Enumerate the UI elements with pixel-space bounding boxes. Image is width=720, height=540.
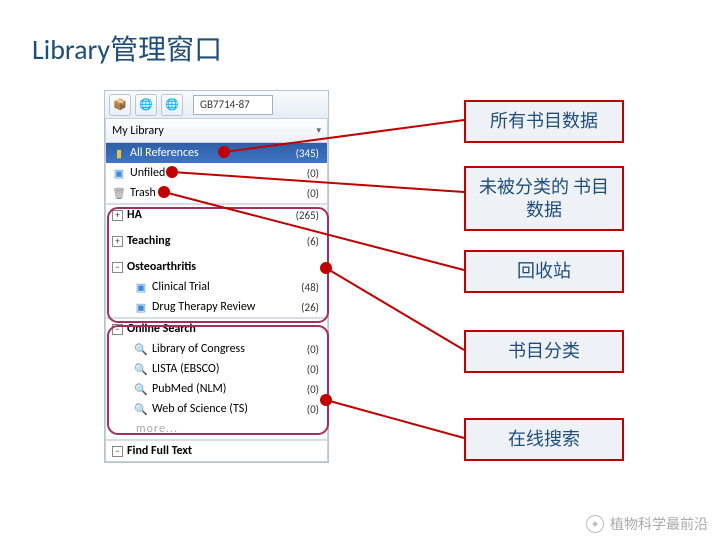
callout-labels: 所有书目数据 未被分类的 书目数据 回收站 书目分类 在线搜索 [104,90,624,510]
watermark-text: 植物科学最前沿 [610,514,708,534]
label-trash: 回收站 [464,250,624,293]
watermark: ✦ 植物科学最前沿 [586,514,708,534]
content-area: 📦 🌐 🌐 GB7714-87 My Library ▾ ▮All Refere… [104,90,624,510]
label-online: 在线搜索 [464,418,624,461]
label-unfiled: 未被分类的 书目数据 [464,166,624,231]
label-category: 书目分类 [464,330,624,373]
wechat-icon: ✦ [586,515,604,533]
label-all-refs: 所有书目数据 [464,100,624,143]
slide-title: Library管理窗口 [32,28,222,68]
